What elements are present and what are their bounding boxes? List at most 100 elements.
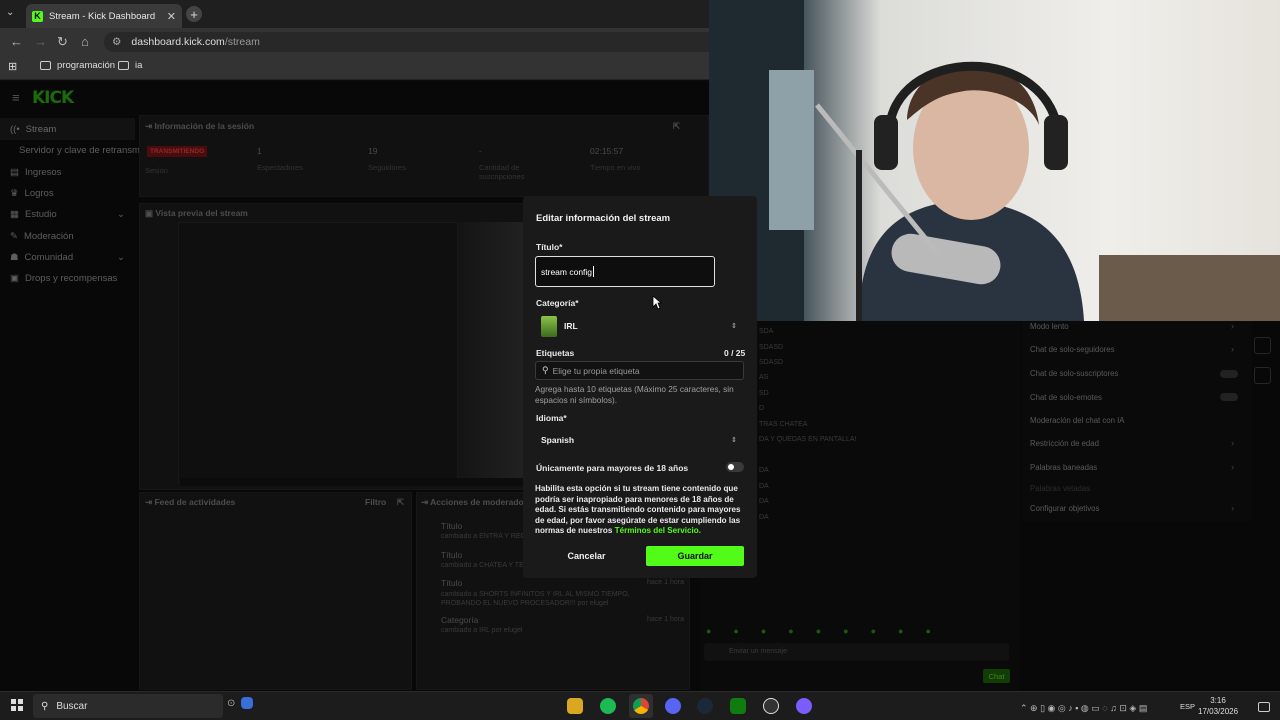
category-select[interactable]: IRL ⇕	[535, 313, 744, 339]
select-chevron-icon: ⇕	[731, 437, 737, 444]
terms-link[interactable]: Términos del Servicio.	[615, 526, 701, 535]
app-icon[interactable]	[796, 698, 812, 714]
setting-goals[interactable]: Configurar objetivos	[1030, 504, 1099, 513]
site-info-icon[interactable]: ⚙	[112, 36, 121, 48]
preview-controls	[180, 478, 525, 486]
money-icon: ▤	[10, 167, 19, 178]
setting-subs-only[interactable]: Chat de solo-suscriptores	[1030, 369, 1118, 378]
reload-icon[interactable]: ↻	[57, 34, 68, 50]
search-icon: ⚲	[41, 700, 49, 712]
setting-emotes-only[interactable]: Chat de solo-emotes	[1030, 393, 1102, 402]
stat-label-subs: Cantidad de suscripciones	[479, 163, 525, 181]
taskbar-search[interactable]: ⚲ Buscar	[33, 694, 223, 718]
obs-icon[interactable]	[763, 698, 779, 714]
tool-button[interactable]	[1254, 337, 1271, 354]
steam-icon[interactable]	[697, 698, 713, 714]
tab-search-icon[interactable]: ⌄	[6, 7, 14, 18]
chevron-right-icon: ›	[1231, 321, 1234, 331]
forward-icon[interactable]: →	[34, 34, 47, 49]
webcam-overlay	[709, 0, 1280, 321]
close-tab-icon[interactable]: ✕	[167, 10, 176, 23]
chat-line: SD	[759, 390, 769, 397]
bookmark-folder-programacion[interactable]: programación	[40, 60, 115, 71]
expand-icon[interactable]: ⇱	[397, 497, 404, 508]
sidebar-item-ingresos[interactable]: ▤ Ingresos	[10, 167, 61, 178]
feed-panel	[139, 492, 412, 690]
widget-icon[interactable]	[241, 697, 253, 709]
sidebar-item-logros[interactable]: ♛ Logros	[10, 188, 54, 199]
browser-tab[interactable]: K Stream - Kick Dashboard ✕	[26, 4, 182, 28]
stream-title-input[interactable]: stream config	[535, 256, 715, 287]
discord-icon[interactable]	[665, 698, 681, 714]
sidebar-item-drops[interactable]: ▣ Drops y recompensas	[10, 273, 117, 284]
url-field[interactable]: ⚙ dashboard.kick.com/stream	[104, 32, 709, 52]
spotify-icon[interactable]	[600, 698, 616, 714]
stream-preview-video[interactable]	[178, 222, 458, 484]
apps-grid-icon[interactable]: ⊞	[8, 60, 17, 73]
title-label: Título*	[536, 242, 563, 252]
file-explorer-icon[interactable]	[567, 698, 583, 714]
tags-input-field[interactable]	[552, 365, 733, 376]
chat-line: D	[759, 405, 765, 412]
back-icon[interactable]: ←	[10, 34, 23, 49]
folder-icon	[40, 61, 51, 70]
trophy-icon: ♛	[10, 188, 19, 199]
adult-only-toggle[interactable]	[726, 462, 744, 472]
search-icon: ⚲	[542, 365, 549, 375]
feed-filter-button[interactable]: Filtro	[365, 497, 386, 507]
sidebar-item-moderacion[interactable]: ✎ Moderación	[10, 231, 74, 242]
widget-icon[interactable]: ⊙	[227, 698, 235, 709]
tags-help-text: Agrega hasta 10 etiquetas (Máximo 25 car…	[535, 384, 734, 405]
chat-input-placeholder: Enviar un mensaje	[729, 648, 787, 655]
sidebar-item-estudio[interactable]: ▦ Estudio ⌄	[10, 209, 125, 220]
windows-start-icon[interactable]	[11, 699, 23, 711]
new-tab-button[interactable]: +	[186, 6, 202, 22]
setting-slow-mode[interactable]: Modo lento	[1030, 322, 1069, 331]
chat-line: SDASD	[759, 344, 784, 351]
stat-value-viewers: 1	[257, 146, 262, 156]
setting-age-restriction[interactable]: Restricción de edad	[1030, 439, 1099, 448]
language-label: Idioma*	[536, 413, 567, 423]
language-select[interactable]: Spanish ⇕	[535, 430, 744, 450]
emotes-only-toggle[interactable]	[1220, 393, 1238, 401]
notifications-icon[interactable]	[1258, 702, 1270, 712]
expand-icon[interactable]: ⇱	[673, 121, 680, 132]
chevron-down-icon: ⌄	[117, 209, 125, 220]
kick-logo[interactable]: KICK	[32, 88, 74, 108]
tags-input[interactable]: ⚲	[535, 361, 744, 380]
subs-only-toggle[interactable]	[1220, 370, 1238, 378]
tray-icons[interactable]: ⌃ ⊕ ▯ ◉ ◎ ♪ ▪ ◍ ▭ ◌ ♫ ⊡ ◈ ▤	[1020, 703, 1147, 714]
home-icon[interactable]: ⌂	[81, 34, 89, 49]
setting-vetoed-words[interactable]: Palabras vetadas	[1030, 484, 1090, 493]
chat-line: TRAS CHATEA	[759, 421, 808, 428]
sidebar-item-stream[interactable]: ((• Stream	[10, 124, 56, 135]
stat-label-viewers: Espectadores	[257, 163, 303, 172]
language-value: Spanish	[541, 435, 575, 445]
chrome-icon[interactable]	[633, 698, 649, 714]
menu-icon[interactable]: ≡	[12, 90, 20, 105]
chevron-down-icon: ⌄	[117, 252, 125, 263]
chat-line: SDA	[759, 328, 774, 335]
feed-title: ⇥ Feed de actividades	[145, 497, 236, 507]
sidebar-item-comunidad[interactable]: ☗ Comunidad ⌄	[10, 252, 125, 263]
mod-action-title: Categoría	[441, 615, 479, 625]
stat-value-live-time: 02:15:57	[590, 146, 624, 156]
xbox-icon[interactable]	[730, 698, 746, 714]
chat-send-button[interactable]: Chat	[983, 669, 1010, 683]
mod-action-time: hace 1 hora	[647, 616, 684, 623]
gift-icon: ▣	[10, 273, 19, 284]
input-language[interactable]: ESP	[1180, 702, 1195, 711]
adult-only-description: Habilita esta opción si tu stream tiene …	[535, 484, 741, 536]
mod-action-title: Título	[441, 578, 463, 588]
preview-title: ▣ Vista previa del stream	[145, 208, 248, 218]
mod-action-detail: cambiado a IRL por elugel	[441, 627, 523, 634]
system-clock[interactable]: 3:16 17/03/2026	[1198, 695, 1238, 717]
setting-ai-moderation[interactable]: Moderación del chat con IA	[1030, 416, 1124, 425]
bookmark-folder-ia[interactable]: ia	[118, 60, 142, 71]
setting-followers-only[interactable]: Chat de solo-seguidores	[1030, 345, 1115, 354]
emote-bar[interactable]: ●●●●●●●●●	[706, 626, 1011, 636]
setting-banned-words[interactable]: Palabras baneadas	[1030, 463, 1097, 472]
cancel-button[interactable]: Cancelar	[535, 546, 638, 566]
save-button[interactable]: Guardar	[646, 546, 744, 566]
tool-button[interactable]	[1254, 367, 1271, 384]
